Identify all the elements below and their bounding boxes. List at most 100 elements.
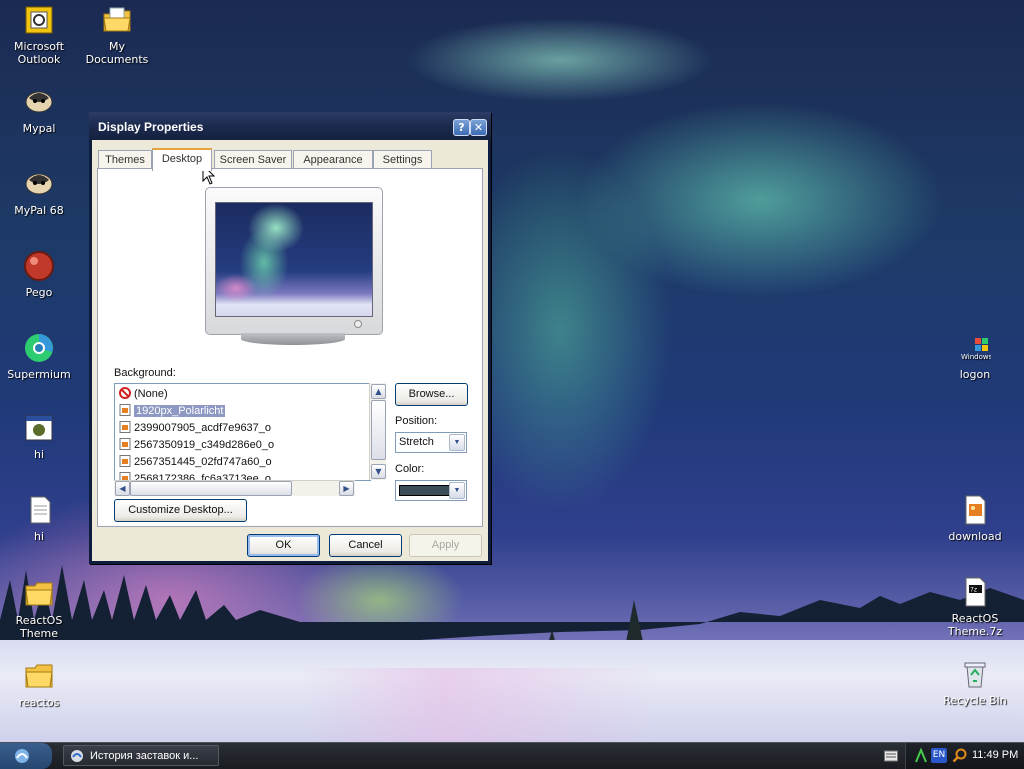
list-item-label: 1920px_Polarlicht xyxy=(134,405,226,417)
start-logo-icon xyxy=(15,749,29,763)
scroll-up-icon[interactable]: ▲ xyxy=(371,384,386,399)
list-item-selected[interactable]: 1920px_Polarlicht xyxy=(119,403,226,419)
none-icon xyxy=(119,387,131,399)
road xyxy=(300,668,660,742)
list-item[interactable]: 2567351445_02fd747a60_o xyxy=(119,454,272,470)
desktop-icon-hi-app[interactable]: hi xyxy=(1,412,77,461)
wallpaper-preview xyxy=(215,202,373,317)
taskbar-item-label: История заставок и... xyxy=(90,750,199,762)
desktop-icon-label: download xyxy=(948,530,1002,543)
image-file-icon xyxy=(119,404,131,416)
scroll-thumb[interactable] xyxy=(371,400,386,460)
search-icon[interactable] xyxy=(952,748,967,763)
clock[interactable]: 11:49 PM xyxy=(972,749,1018,761)
desktop-icon-label: hi xyxy=(33,448,45,461)
list-item-label: 2567351445_02fd747a60_o xyxy=(134,456,272,468)
color-picker[interactable]: ▼ xyxy=(395,480,467,501)
display-properties-window[interactable]: Display Properties ? ✕ Themes Desktop Sc… xyxy=(89,112,491,564)
svg-text:7z: 7z xyxy=(970,587,977,594)
position-label: Position: xyxy=(395,415,438,427)
desktop-icon-label: hi xyxy=(33,530,45,543)
image-file-icon xyxy=(119,455,131,467)
desktop-icon-reactos-theme-7z[interactable]: 7z ReactOS Theme.7z xyxy=(937,576,1013,638)
scroll-left-icon[interactable]: ◀ xyxy=(115,481,130,496)
desktop-icon-reactos-theme-folder[interactable]: ReactOS Theme xyxy=(1,578,77,640)
desktop-icon-label: logon xyxy=(959,368,991,381)
desktop-icon-label: reactos xyxy=(18,696,60,709)
color-label: Color: xyxy=(395,463,425,475)
desktop-icon-recycle-bin[interactable]: Recycle Bin xyxy=(937,658,1013,707)
chevron-down-icon[interactable]: ▼ xyxy=(449,482,465,499)
list-vertical-scrollbar[interactable]: ▲ ▼ xyxy=(369,383,386,480)
desktop-icon-mypal[interactable]: Mypal xyxy=(1,86,77,135)
browse-button[interactable]: Browse... xyxy=(395,383,468,406)
text-document-icon xyxy=(30,496,51,524)
archive-file-icon: 7z xyxy=(965,577,986,607)
list-horizontal-scrollbar[interactable]: ◀ ▶ xyxy=(114,480,355,496)
monitor-bezel xyxy=(205,187,383,335)
desktop-icon-my-documents[interactable]: My Documents xyxy=(79,4,155,66)
position-select-value: Stretch xyxy=(399,436,434,448)
monitor-preview xyxy=(205,187,383,347)
background-listbox[interactable]: (None) 1920px_Polarlicht 2399007905_acdf… xyxy=(114,383,371,481)
desktop-icon-outlook[interactable]: Microsoft Outlook xyxy=(1,4,77,66)
windows-logo-icon: Windows xyxy=(961,338,991,361)
image-file-icon xyxy=(119,421,131,433)
desktop-icon-supermium[interactable]: Supermium xyxy=(1,332,77,381)
window-title: Display Properties xyxy=(98,120,204,134)
help-button[interactable]: ? xyxy=(453,119,470,136)
desktop-icon-mypal-68[interactable]: MyPal 68 xyxy=(1,168,77,217)
start-button[interactable] xyxy=(0,743,52,769)
desktop-icon-reactos-folder[interactable]: reactos xyxy=(1,660,77,709)
desktop-tab-page: Background: (None) 1920px_Polarlicht 239… xyxy=(97,168,483,527)
tab-settings[interactable]: Settings xyxy=(373,150,432,169)
list-item[interactable]: (None) xyxy=(119,386,168,402)
outlook-icon xyxy=(25,6,53,34)
monitor-stand xyxy=(241,333,345,345)
tab-themes[interactable]: Themes xyxy=(98,150,152,169)
desktop-icon-label: Recycle Bin xyxy=(943,694,1007,707)
ok-button[interactable]: OK xyxy=(247,534,320,557)
desktop-icon-pego[interactable]: Pego xyxy=(1,250,77,299)
desktop-icon-label: ReactOS Theme xyxy=(15,614,63,640)
cancel-button[interactable]: Cancel xyxy=(329,534,402,557)
tab-appearance[interactable]: Appearance xyxy=(293,150,373,169)
apply-button[interactable]: Apply xyxy=(409,534,482,557)
network-icon[interactable] xyxy=(914,748,928,764)
tab-screen-saver[interactable]: Screen Saver xyxy=(214,150,292,169)
desktop-icon-label: Microsoft Outlook xyxy=(13,40,65,66)
image-file-icon xyxy=(965,495,986,525)
desktop-icon-label: MyPal 68 xyxy=(14,204,64,217)
desktop-icon-label: ReactOS Theme.7z xyxy=(947,612,1003,638)
list-item-label: 2567350919_c349d286e0_o xyxy=(134,439,275,451)
desktop-icon-label: Pego xyxy=(25,286,53,299)
desktop-icon-download[interactable]: download xyxy=(937,494,1013,543)
keyboard-icon[interactable] xyxy=(884,750,898,762)
list-item[interactable]: 2567350919_c349d286e0_o xyxy=(119,437,274,453)
color-swatch xyxy=(399,485,455,496)
list-item[interactable]: 2399007905_acdf7e9637_o xyxy=(119,420,271,436)
chevron-down-icon[interactable]: ▼ xyxy=(449,434,465,451)
tab-desktop[interactable]: Desktop xyxy=(152,148,212,171)
dialog-client-area: Themes Desktop Screen Saver Appearance S… xyxy=(92,140,488,561)
taskbar: История заставок и... EN 11:49 PM xyxy=(0,742,1024,769)
desktop-icon-hi-doc[interactable]: hi xyxy=(1,494,77,543)
red-ball-icon xyxy=(24,251,54,281)
image-file-icon xyxy=(119,438,131,450)
recycle-bin-icon xyxy=(964,662,986,688)
monitor-power-led xyxy=(354,320,362,328)
customize-desktop-button[interactable]: Customize Desktop... xyxy=(114,499,247,522)
folder-icon xyxy=(25,582,53,606)
folder-icon xyxy=(25,664,53,688)
window-titlebar[interactable]: Display Properties ? ✕ xyxy=(89,112,491,140)
mypal-browser-icon xyxy=(25,91,53,113)
language-indicator[interactable]: EN xyxy=(931,748,947,763)
list-item-label: 2399007905_acdf7e9637_o xyxy=(134,422,272,434)
position-select[interactable]: Stretch ▼ xyxy=(395,432,467,453)
taskbar-item-display-properties[interactable]: История заставок и... xyxy=(63,745,219,766)
scroll-thumb[interactable] xyxy=(130,481,292,496)
close-button[interactable]: ✕ xyxy=(470,119,487,136)
scroll-down-icon[interactable]: ▼ xyxy=(371,464,386,479)
scroll-right-icon[interactable]: ▶ xyxy=(339,481,354,496)
desktop-icon-logon[interactable]: Windows logon xyxy=(937,332,1013,381)
